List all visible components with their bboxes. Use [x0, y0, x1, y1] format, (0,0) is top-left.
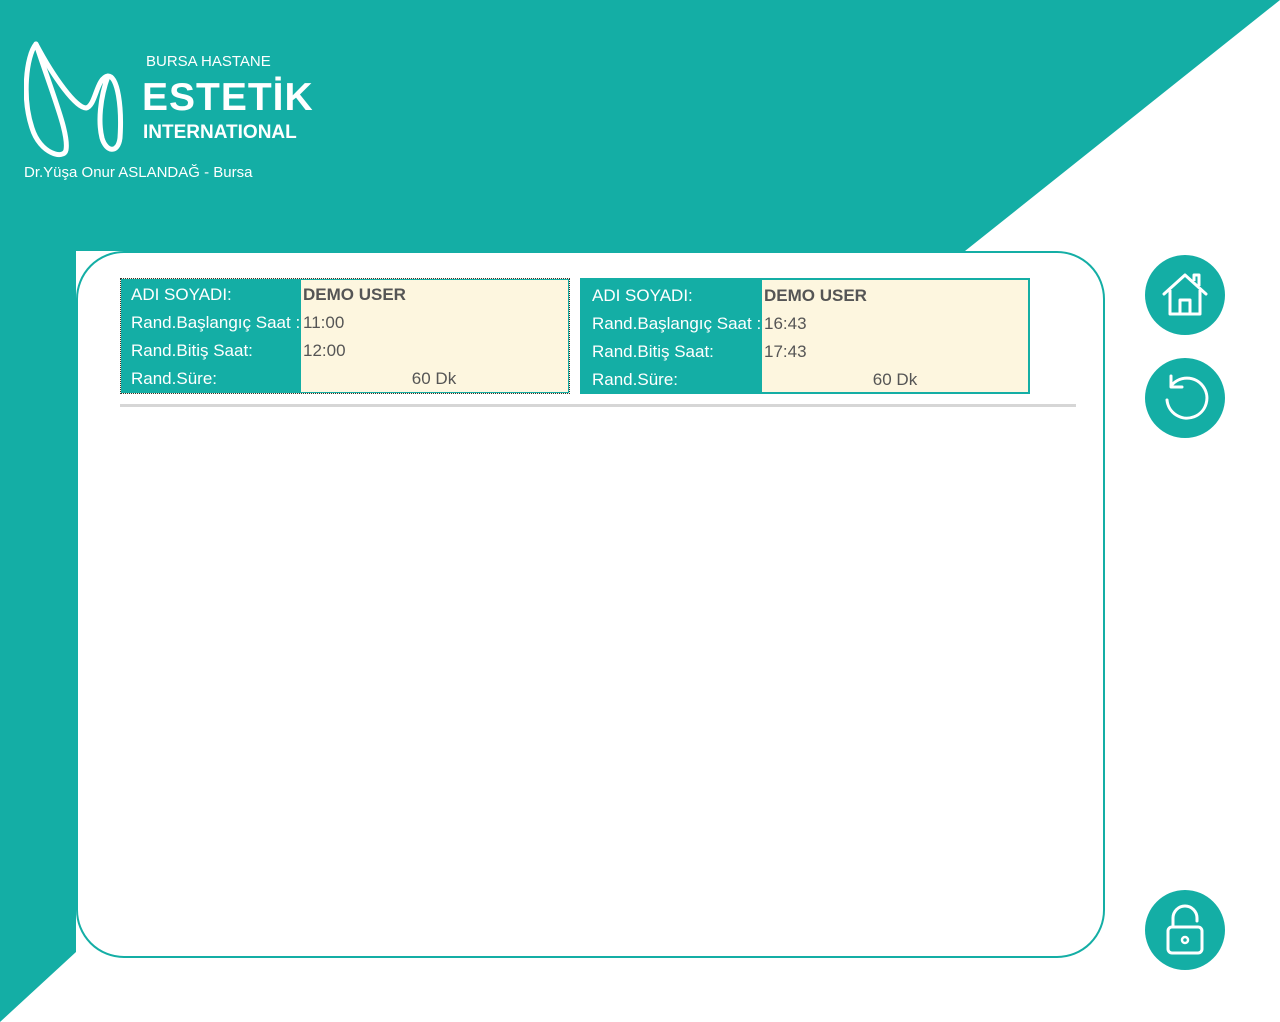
start-time: 11:00: [303, 313, 345, 332]
end-label: Rand.Bitiş Saat:: [592, 342, 714, 361]
duration-value: 60 Dk: [411, 369, 457, 388]
start-label: Rand.Başlangıç Saat :: [592, 314, 762, 333]
refresh-icon: [1165, 374, 1209, 420]
brand-top-text: BURSA HASTANE: [146, 53, 271, 70]
end-time: 12:00: [303, 341, 346, 360]
home-button[interactable]: [1145, 255, 1225, 335]
end-label: Rand.Bitiş Saat:: [131, 341, 253, 360]
brand-sub-text: INTERNATIONAL: [143, 122, 297, 143]
patient-name: DEMO USER: [764, 286, 867, 305]
refresh-button[interactable]: [1145, 358, 1225, 438]
unlock-icon: [1166, 904, 1204, 955]
end-time: 17:43: [764, 342, 807, 361]
divider: [120, 404, 1076, 407]
lock-button[interactable]: [1145, 890, 1225, 970]
doctor-name: Dr.Yüşa Onur ASLANDAĞ - Bursa: [24, 164, 253, 181]
start-label: Rand.Başlangıç Saat :: [131, 313, 301, 332]
logo-mark-icon: [24, 41, 123, 157]
start-time: 16:43: [764, 314, 807, 333]
duration-value: 60 Dk: [872, 370, 918, 389]
duration-label: Rand.Süre:: [592, 370, 678, 389]
brand-main-text: ESTETİK: [142, 76, 314, 119]
patient-name: DEMO USER: [303, 285, 406, 304]
name-label: ADI SOYADI:: [592, 286, 693, 305]
appointment-card[interactable]: ADI SOYADI: DEMO USER Rand.Başlangıç Saa…: [580, 278, 1030, 394]
name-label: ADI SOYADI:: [131, 285, 232, 304]
duration-label: Rand.Süre:: [131, 369, 217, 388]
appointment-card[interactable]: ADI SOYADI: DEMO USER Rand.Başlangıç Saa…: [120, 278, 570, 394]
home-icon: [1162, 273, 1208, 316]
